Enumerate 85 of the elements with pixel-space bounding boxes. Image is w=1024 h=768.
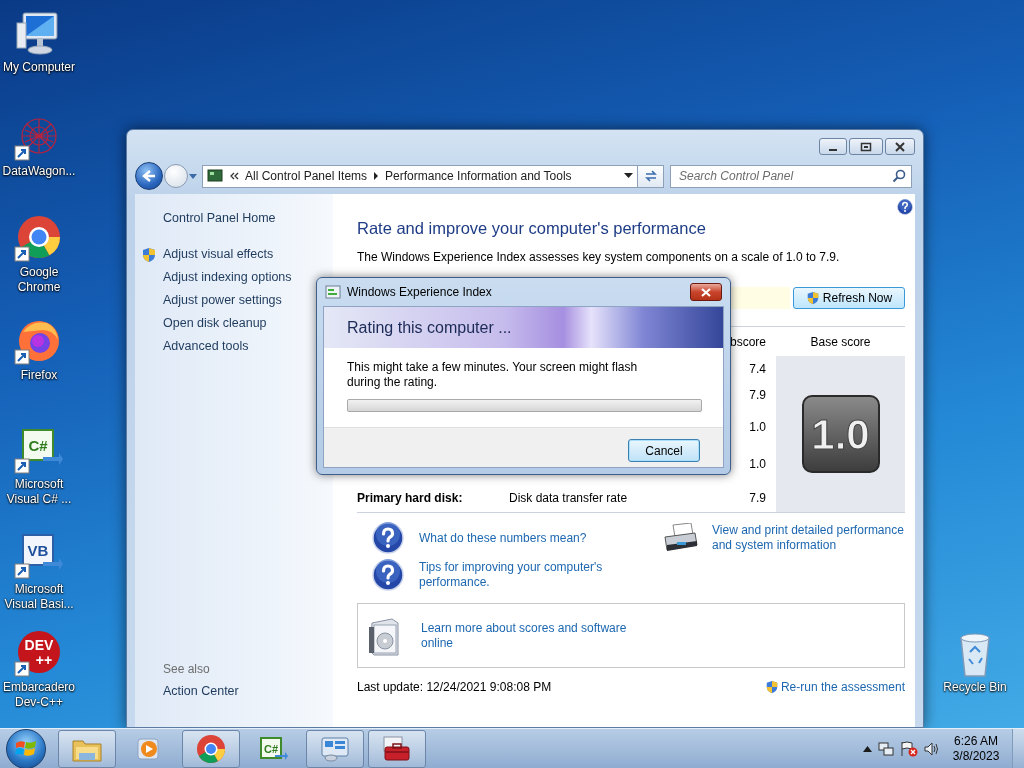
icon-label[interactable]: Embarcadero Dev-C++ bbox=[1, 680, 77, 710]
logo-text: C# bbox=[263, 742, 279, 755]
page-heading: Rate and improve your computer's performance bbox=[357, 218, 707, 239]
link[interactable]: Learn more about scores and software online bbox=[421, 620, 641, 651]
address-bar[interactable]: All Control Panel Items Performance Information and Tools bbox=[202, 164, 638, 188]
message-text: This might take a few minutes. Your screen might flash during the rating. bbox=[347, 360, 639, 390]
chevron-up-icon[interactable] bbox=[863, 745, 872, 752]
close-button[interactable] bbox=[690, 283, 722, 301]
logo-text: VB bbox=[27, 542, 49, 559]
sidebar-link[interactable]: Adjust indexing options bbox=[163, 268, 292, 287]
shield-icon bbox=[805, 291, 820, 305]
speaker-icon[interactable] bbox=[924, 740, 940, 757]
banner-text: Rating this computer ... bbox=[347, 317, 512, 338]
sidebar-link[interactable]: Adjust power settings bbox=[163, 291, 282, 310]
column-header: Base score bbox=[810, 334, 871, 349]
table-cell: Primary hard disk: bbox=[357, 491, 463, 505]
chevron-icon[interactable] bbox=[229, 172, 239, 180]
table-cell: 7.9 bbox=[749, 388, 766, 402]
section-label: See also bbox=[163, 660, 210, 678]
logo-text: ++ bbox=[35, 652, 53, 668]
toolbox-icon bbox=[381, 734, 413, 763]
windows-logo-icon bbox=[15, 738, 37, 759]
icon-label[interactable]: Microsoft Visual Basi... bbox=[1, 582, 77, 612]
cancel-button[interactable]: Cancel bbox=[628, 439, 700, 462]
maximize-button[interactable] bbox=[849, 138, 883, 155]
printer-icon bbox=[663, 523, 699, 553]
table-cell: 7.9 bbox=[749, 491, 766, 505]
table-cell: 1.0 bbox=[749, 419, 766, 434]
icon-label[interactable]: My Computer bbox=[3, 60, 75, 75]
score-badge: 1.0 bbox=[801, 395, 880, 473]
icon-label[interactable]: Microsoft Visual C# ... bbox=[1, 477, 77, 507]
refresh-icon bbox=[643, 169, 658, 183]
link[interactable]: Tips for improving your computer's performance. bbox=[419, 560, 619, 590]
network-icon[interactable] bbox=[878, 740, 894, 757]
logo-text: C# bbox=[28, 437, 48, 454]
icon-label[interactable]: DataWagon... bbox=[2, 164, 76, 179]
help-icon[interactable] bbox=[897, 199, 913, 215]
sidebar-link[interactable]: Advanced tools bbox=[163, 337, 249, 356]
description-text: The Windows Experience Index assesses key system components on a scale of 1.0 to 7.9. bbox=[357, 249, 841, 265]
table-cell: Disk data transfer rate bbox=[509, 491, 628, 505]
breadcrumb-link[interactable]: All Control Panel Items bbox=[245, 167, 368, 185]
clock-date[interactable]: 3/8/2023 bbox=[946, 748, 1006, 764]
table-cell: 7.4 bbox=[749, 361, 766, 376]
sidebar-link[interactable]: Action Center bbox=[163, 682, 239, 701]
maximize-icon bbox=[860, 141, 872, 152]
search-field[interactable]: Search Control Panel bbox=[670, 164, 912, 188]
icon-label[interactable]: Firefox bbox=[20, 368, 58, 383]
dropdown-arrow-icon[interactable] bbox=[624, 173, 633, 179]
dialog-title: Windows Experience Index bbox=[347, 284, 492, 301]
search-icon[interactable] bbox=[892, 168, 906, 183]
clock-time[interactable]: 6:26 AM bbox=[946, 733, 1006, 749]
taskbar-button[interactable]: C# bbox=[244, 729, 302, 768]
minimize-button[interactable] bbox=[819, 138, 847, 155]
back-button[interactable] bbox=[135, 162, 163, 190]
taskbar-button[interactable] bbox=[368, 729, 426, 768]
start-button[interactable] bbox=[6, 728, 46, 768]
shield-icon bbox=[764, 680, 779, 694]
control-panel-icon bbox=[319, 734, 351, 763]
column-header: bscore bbox=[729, 334, 766, 349]
refresh-now-button[interactable]: Refresh Now bbox=[793, 287, 905, 309]
refresh-button[interactable] bbox=[638, 164, 664, 188]
link[interactable]: View and print detailed performance and system information bbox=[712, 523, 905, 553]
link[interactable]: What do these numbers mean? bbox=[419, 530, 587, 546]
sidebar-link[interactable]: Adjust visual effects bbox=[163, 245, 274, 264]
browser-icon bbox=[196, 733, 226, 764]
app-icon bbox=[325, 285, 341, 299]
shield-icon bbox=[141, 246, 157, 263]
control-panel-icon bbox=[207, 169, 223, 183]
separator-icon[interactable] bbox=[373, 172, 380, 180]
table-cell: 1.0 bbox=[749, 457, 766, 471]
last-update-text: Last update: 12/24/2021 9:08:08 PM bbox=[357, 679, 552, 696]
close-button[interactable] bbox=[885, 138, 915, 155]
minimize-icon bbox=[829, 149, 837, 151]
icon-label[interactable]: Google Chrome bbox=[1, 265, 77, 295]
link[interactable]: Re-run the assessment bbox=[780, 679, 905, 695]
flag-icon[interactable] bbox=[900, 740, 918, 757]
sidebar-link[interactable]: Open disk cleanup bbox=[163, 314, 267, 333]
breadcrumb-link[interactable]: Performance Information and Tools bbox=[385, 167, 572, 185]
help-icon bbox=[372, 559, 404, 591]
sidebar-link[interactable]: Control Panel Home bbox=[163, 208, 276, 228]
help-icon bbox=[372, 522, 404, 554]
back-arrow-icon bbox=[142, 170, 156, 182]
close-icon bbox=[894, 141, 906, 152]
logo-text: DEV bbox=[24, 637, 54, 653]
close-icon bbox=[701, 287, 711, 297]
